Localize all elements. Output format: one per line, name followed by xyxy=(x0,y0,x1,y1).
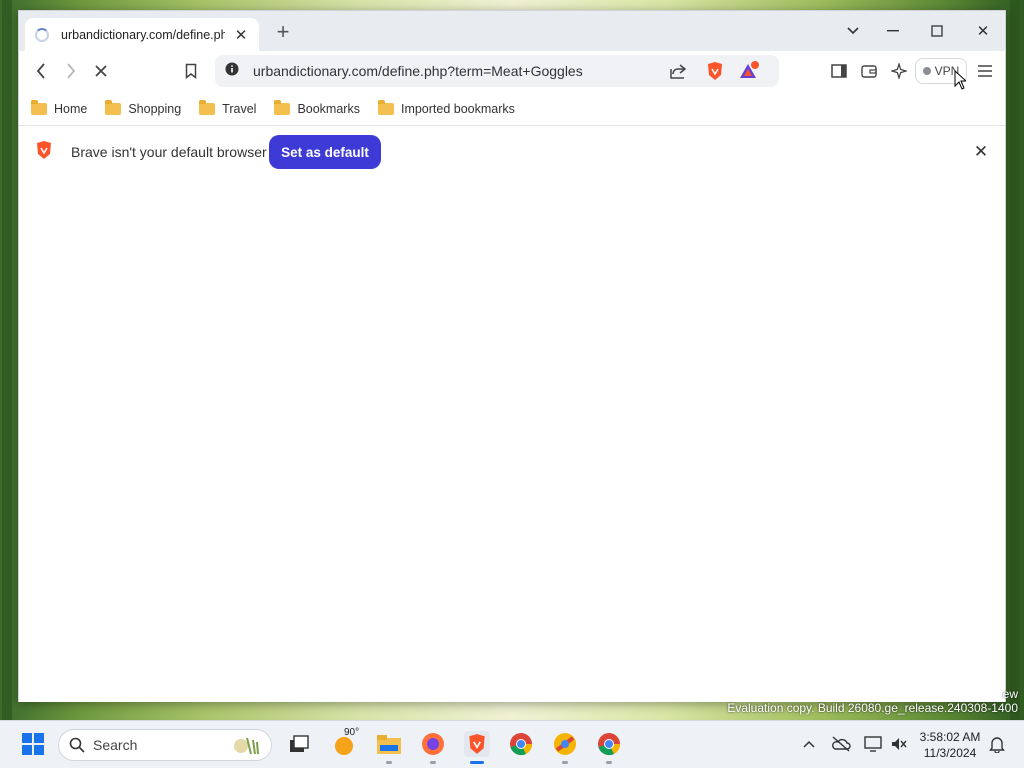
infobar-message: Brave isn't your default browser xyxy=(71,144,267,160)
show-hidden-icons-chevron[interactable] xyxy=(796,731,822,757)
clock-date: 11/3/2024 xyxy=(923,746,977,760)
tab-title: urbandictionary.com/define.php?term=Meat… xyxy=(61,27,225,42)
folder-icon xyxy=(199,100,216,115)
default-browser-infobar: Brave isn't your default browser Set as … xyxy=(19,126,1005,178)
bookmark-icon[interactable] xyxy=(179,59,203,83)
system-clock[interactable]: 3:58:02 AM 11/3/2024 xyxy=(914,729,986,761)
bookmark-shopping[interactable]: Shopping xyxy=(105,100,181,116)
wallet-icon[interactable] xyxy=(857,59,881,83)
running-indicator xyxy=(386,761,392,764)
start-button[interactable] xyxy=(20,731,46,757)
address-bar[interactable]: urbandictionary.com/define.php?term=Meat… xyxy=(215,55,779,87)
loading-spinner-icon xyxy=(35,27,49,42)
brave-logo-icon xyxy=(35,140,53,165)
new-tab-button[interactable]: + xyxy=(271,19,295,45)
infobar-close-icon[interactable]: ✕ xyxy=(971,142,991,162)
taskbar-search[interactable]: Search xyxy=(58,729,272,761)
notifications-bell-icon[interactable] xyxy=(984,731,1010,757)
tab-close-icon[interactable]: ✕ xyxy=(233,26,249,44)
bookmark-travel[interactable]: Travel xyxy=(199,100,256,116)
close-window-button[interactable]: ✕ xyxy=(971,19,995,43)
title-bar: urbandictionary.com/define.php?term=Meat… xyxy=(19,11,1005,51)
menu-icon[interactable] xyxy=(973,59,997,83)
chrome-canary-icon[interactable] xyxy=(552,731,578,757)
browser-window: urbandictionary.com/define.php?term=Meat… xyxy=(18,10,1006,702)
bookmark-home[interactable]: Home xyxy=(31,100,87,116)
mouse-cursor-icon xyxy=(954,69,968,95)
maximize-button[interactable] xyxy=(925,19,949,43)
chrome-icon[interactable] xyxy=(508,731,534,757)
onedrive-offline-icon[interactable] xyxy=(828,731,854,757)
active-indicator xyxy=(470,761,484,764)
brave-taskbar-icon[interactable] xyxy=(464,731,490,757)
chrome-profile-icon[interactable] xyxy=(596,731,622,757)
search-highlight-icon xyxy=(227,734,263,761)
search-icon xyxy=(69,737,85,753)
forward-button[interactable] xyxy=(59,59,83,83)
folder-icon xyxy=(31,100,47,115)
brave-rewards-icon[interactable] xyxy=(737,59,761,83)
running-indicator xyxy=(430,761,436,764)
firefox-icon[interactable] xyxy=(420,731,446,757)
clock-time: 3:58:02 AM xyxy=(919,730,981,744)
stop-loading-button[interactable] xyxy=(89,59,113,83)
page-content xyxy=(19,178,1005,702)
weather-temp: 90° xyxy=(344,727,360,738)
evaluation-watermark: ew Evaluation copy. Build 26080.ge_relea… xyxy=(727,687,1018,715)
search-placeholder: Search xyxy=(93,737,138,753)
site-info-icon[interactable] xyxy=(225,62,239,81)
task-view-icon[interactable] xyxy=(286,731,312,757)
folder-icon xyxy=(377,100,394,115)
volume-muted-icon[interactable] xyxy=(886,731,912,757)
share-icon[interactable] xyxy=(667,59,691,83)
display-icon[interactable] xyxy=(860,731,886,757)
tab-search-chevron-icon[interactable] xyxy=(841,19,865,43)
weather-icon[interactable]: 90° xyxy=(332,727,359,757)
leo-ai-icon[interactable] xyxy=(887,59,911,83)
vpn-status-icon xyxy=(922,67,931,75)
brave-shields-icon[interactable] xyxy=(703,59,727,83)
running-indicator xyxy=(562,761,568,764)
url-text: urbandictionary.com/define.php?term=Meat… xyxy=(253,63,583,79)
sidebar-toggle-icon[interactable] xyxy=(827,59,851,83)
active-tab[interactable]: urbandictionary.com/define.php?term=Meat… xyxy=(25,18,259,51)
folder-icon xyxy=(105,100,122,115)
folder-icon xyxy=(274,100,291,115)
back-button[interactable] xyxy=(29,59,53,83)
running-indicator xyxy=(606,761,612,764)
bookmarks-bar: Home Shopping Travel Bookmarks Imported … xyxy=(19,95,1005,123)
bookmark-bookmarks[interactable]: Bookmarks xyxy=(274,100,360,116)
bookmark-imported[interactable]: Imported bookmarks xyxy=(377,100,515,116)
bamboo-decoration xyxy=(2,0,12,720)
set-as-default-button[interactable]: Set as default xyxy=(269,135,381,169)
minimize-button[interactable] xyxy=(881,19,905,43)
taskbar: Search 90° 3:58:02 AM 11/3/2024 xyxy=(0,720,1024,768)
bamboo-decoration xyxy=(1010,0,1020,720)
file-explorer-icon[interactable] xyxy=(376,731,402,757)
